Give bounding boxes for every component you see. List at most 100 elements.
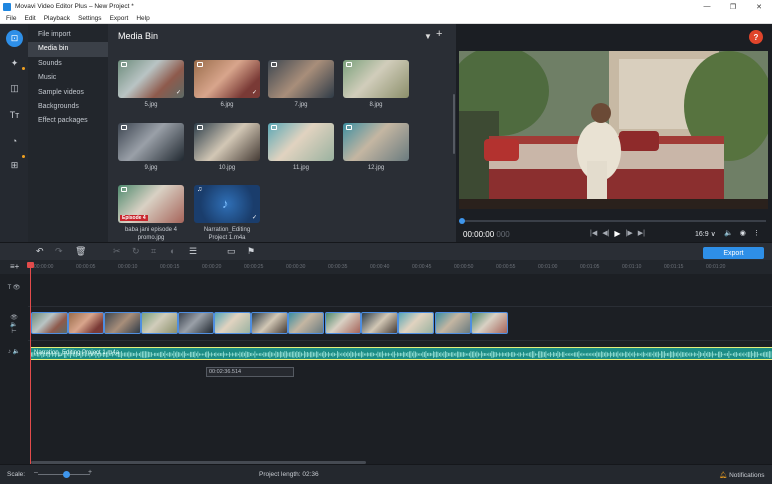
media-item[interactable]: ✓ 6.jpg [194, 60, 260, 109]
video-clip[interactable] [177, 312, 215, 334]
waveform-bar [520, 352, 521, 357]
zoom-in-icon[interactable]: + [88, 469, 92, 476]
video-clip[interactable] [104, 312, 141, 334]
preview-scrub-bar[interactable] [462, 220, 766, 222]
media-item[interactable]: 9.jpg [118, 123, 184, 172]
video-clip[interactable] [141, 312, 178, 334]
marker-icon[interactable]: ⚑ [247, 246, 255, 257]
clip-properties-icon[interactable]: ☰ [189, 246, 197, 257]
go-to-end-icon[interactable]: ▶| [638, 229, 645, 238]
color-adjust-icon[interactable]: ◐ [170, 246, 175, 256]
ruler-tick: 00:00:45 [412, 264, 432, 270]
volume-icon[interactable]: 🔈 [724, 229, 733, 237]
notifications-button[interactable]: 🔔︎ Notifications [719, 471, 764, 479]
category-backgrounds[interactable]: Backgrounds [28, 100, 108, 114]
rotate-icon[interactable]: ↻ [132, 246, 140, 257]
aspect-ratio-select[interactable]: 16:9 ∨ [695, 230, 716, 238]
category-effect-packages[interactable]: Effect packages [28, 114, 108, 128]
waveform-bar [751, 351, 752, 358]
play-icon[interactable]: ▶ [614, 229, 620, 238]
timeline-tracks[interactable] [0, 274, 772, 464]
maximize-button[interactable]: ❐ [720, 0, 746, 13]
video-clip[interactable] [434, 312, 472, 334]
menu-settings[interactable]: Settings [78, 15, 102, 22]
filter-icon[interactable]: ▼ [424, 32, 432, 41]
go-to-start-icon[interactable]: |◀ [590, 229, 597, 238]
track-visibility-icon[interactable]: 👁 [0, 314, 28, 321]
category-file-import[interactable]: File import [28, 28, 108, 42]
stickers-icon[interactable]: ◔ [6, 132, 23, 149]
playhead[interactable] [30, 262, 31, 464]
media-bin-scrollbar[interactable] [453, 94, 455, 154]
waveform-bar [331, 353, 332, 356]
video-clip[interactable] [361, 312, 398, 334]
playhead-handle[interactable] [27, 262, 34, 268]
close-button[interactable]: ✕ [746, 0, 772, 13]
menu-export[interactable]: Export [110, 15, 129, 22]
next-frame-icon[interactable]: |▶ [626, 229, 633, 238]
delete-icon[interactable]: 🗑 [75, 246, 86, 257]
media-item[interactable]: 8.jpg [343, 60, 409, 109]
media-item[interactable]: Episode 4 baba jani episode 4 promo.jpg [118, 185, 184, 242]
media-item[interactable]: ♫ ♪ ✓ Narration_Editing Project 1.m4a [194, 185, 260, 242]
waveform-bar [595, 352, 596, 357]
menu-playback[interactable]: Playback [44, 15, 70, 22]
media-item-label: 12.jpg [367, 165, 385, 171]
video-clip[interactable] [471, 312, 508, 334]
waveform-bar [157, 353, 158, 356]
video-clip[interactable] [324, 312, 361, 334]
audio-clip[interactable]: Narration_Editing Project 1.m4a [31, 347, 772, 360]
preview-scrub-knob[interactable] [459, 218, 465, 224]
video-clip[interactable] [287, 312, 325, 334]
category-music[interactable]: Music [28, 71, 108, 85]
track-mute-icon[interactable]: 🔈 [0, 321, 28, 328]
media-item[interactable]: 11.jpg [268, 123, 334, 172]
help-button[interactable]: ? [749, 30, 763, 44]
window-title: Movavi Video Editor Plus – New Project * [15, 3, 134, 10]
media-item[interactable]: 7.jpg [268, 60, 334, 109]
waveform-bar [137, 353, 139, 356]
titles-icon[interactable]: Tт [6, 106, 23, 123]
record-voice-icon[interactable]: ▭ [227, 246, 236, 257]
category-sounds[interactable]: Sounds [28, 57, 108, 71]
scale-slider-knob[interactable] [63, 471, 70, 478]
waveform-bar [347, 351, 349, 358]
notifications-label: Notifications [729, 472, 765, 479]
image-type-icon [197, 62, 203, 67]
waveform-bar [616, 352, 617, 357]
category-sample-videos[interactable]: Sample videos [28, 86, 108, 100]
category-media-bin[interactable]: Media bin [28, 42, 108, 57]
media-item[interactable]: 12.jpg [343, 123, 409, 172]
track-visibility-icon[interactable]: 👁 [13, 285, 21, 291]
menu-file[interactable]: File [6, 15, 16, 22]
more-tools-icon[interactable]: ⊞ [6, 157, 23, 174]
cut-icon[interactable]: ✂ [113, 246, 121, 257]
waveform-bar [698, 351, 700, 358]
video-clip[interactable] [397, 312, 435, 334]
magic-icon[interactable]: ✦ [6, 55, 23, 72]
media-item[interactable]: ✓ 5.jpg [118, 60, 184, 109]
timeline-ruler[interactable]: ≡+ 00:00:00 00:00:05 00:00:10 00:00:15 0… [0, 260, 772, 274]
media-item[interactable]: 10.jpg [194, 123, 260, 172]
add-media-icon[interactable]: + [436, 28, 442, 40]
video-clip[interactable] [67, 312, 105, 334]
menu-edit[interactable]: Edit [24, 15, 35, 22]
redo-icon[interactable]: ↷ [55, 246, 63, 257]
transitions-icon[interactable]: ◫ [6, 80, 23, 97]
import-icon[interactable]: ⊡ [6, 30, 23, 47]
track-lock-icon[interactable]: ⊢ [0, 328, 28, 335]
crop-icon[interactable]: ⌗ [151, 246, 156, 257]
export-button[interactable]: Export [703, 247, 764, 259]
more-options-icon[interactable]: ⋮ [753, 229, 760, 237]
menu-help[interactable]: Help [136, 15, 149, 22]
waveform-bar [733, 353, 734, 356]
video-clip[interactable] [31, 312, 68, 334]
undo-icon[interactable]: ↶ [36, 246, 44, 257]
add-track-icon[interactable]: ≡+ [10, 262, 19, 271]
track-mute-icon[interactable]: 🔈 [13, 349, 20, 355]
minimize-button[interactable]: — [694, 0, 720, 13]
previous-frame-icon[interactable]: ◀| [602, 229, 609, 238]
snapshot-icon[interactable]: ◉ [740, 229, 746, 237]
video-clip[interactable] [251, 312, 288, 334]
video-clip[interactable] [214, 312, 251, 334]
